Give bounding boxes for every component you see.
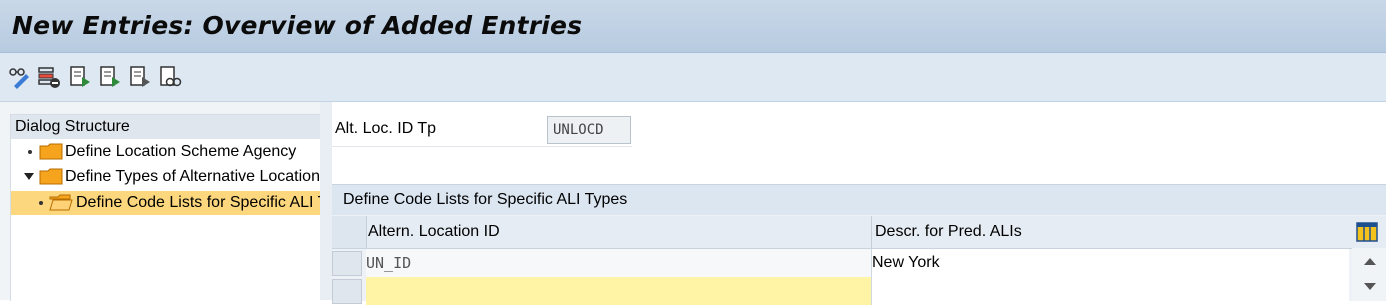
details-icon[interactable] [158,65,182,89]
page-title: New Entries: Overview of Added Entries [12,11,583,40]
tree-item-label: Define Code Lists for Specific ALI Types [76,194,321,211]
field-underline [332,146,632,147]
select-all-header[interactable] [332,216,367,248]
row-selector[interactable] [332,251,362,276]
tree-item-code-lists-ali-types[interactable]: Define Code Lists for Specific ALI Types [11,191,321,215]
tree-item-label: Define Types of Alternative Locations [65,168,321,185]
splitter[interactable] [320,102,332,300]
altern-location-id-cell[interactable]: UN_ID [366,249,872,277]
main-content: Alt. Loc. ID Tp UNLOCD Define Code Lists… [332,102,1386,305]
table-title: Define Code Lists for Specific ALI Types [332,185,1386,215]
delete-row-icon[interactable] [37,65,61,89]
open-folder-icon [49,194,73,211]
expanded-triangle-icon[interactable] [24,173,34,180]
title-bar: New Entries: Overview of Added Entries [0,0,1386,53]
alt-loc-id-tp-field[interactable]: UNLOCD [547,116,631,144]
altern-location-id-input[interactable] [366,277,872,305]
table-header: Altern. Location ID Descr. for Pred. ALI… [332,216,1386,249]
glasses-pencil-icon[interactable] [8,65,32,89]
dialog-structure-tree: Dialog Structure Define Location Scheme … [10,114,321,301]
alt-loc-id-tp-label: Alt. Loc. ID Tp [335,120,437,137]
next-entry-icon[interactable] [98,65,122,89]
vertical-scrollbar[interactable] [1352,248,1386,301]
column-header-descr-pred-alis[interactable]: Descr. for Pred. ALIs [875,216,1345,248]
folder-icon [39,168,63,185]
tree-item-location-scheme-agency[interactable]: Define Location Scheme Agency [11,140,321,164]
descr-input[interactable] [872,277,1349,305]
prev-entry-icon[interactable] [68,65,92,89]
scroll-down-icon[interactable] [1364,283,1376,290]
copy-entry-icon[interactable] [128,65,152,89]
column-header-altern-location-id[interactable]: Altern. Location ID [368,216,872,248]
tree-item-label: Define Location Scheme Agency [65,143,297,160]
descr-cell[interactable]: New York [872,249,1349,277]
table-settings-icon[interactable] [1356,222,1378,242]
toolbar [0,53,1386,102]
tree-item-types-alternative-locations[interactable]: Define Types of Alternative Locations [11,165,321,189]
row-selector[interactable] [332,279,362,304]
table-row [332,277,1386,305]
bullet-icon [28,150,32,154]
table-row: UN_ID New York [332,249,1386,277]
code-lists-table-panel: Define Code Lists for Specific ALI Types… [332,184,1386,305]
folder-icon [39,143,63,160]
bullet-icon [39,201,43,205]
scroll-up-icon[interactable] [1364,258,1376,265]
dialog-structure-panel: Dialog Structure Define Location Scheme … [0,102,321,301]
dialog-structure-title: Dialog Structure [11,115,321,139]
